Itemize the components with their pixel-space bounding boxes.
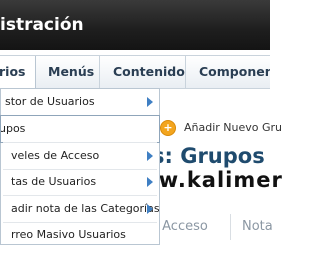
menu-tab-label: Contenido — [113, 64, 185, 79]
menu-tab-componentes[interactable]: Componente — [199, 56, 270, 88]
menu-divider — [185, 56, 186, 88]
column-header-notes[interactable]: Nota — [242, 219, 273, 234]
dropdown-item-label: stor de Usuarios — [5, 95, 95, 108]
plus-circle-icon: + — [160, 120, 176, 136]
add-group-button[interactable]: + Añadir Nuevo Gru — [160, 118, 282, 138]
chevron-right-icon — [147, 204, 153, 214]
chevron-right-icon — [147, 151, 153, 161]
menu-tab-label: rios — [0, 64, 26, 79]
menu-tab-label: Componente — [199, 64, 270, 79]
dropdown-item-access-levels[interactable]: veles de Acceso — [1, 143, 159, 169]
menu-divider — [99, 56, 100, 88]
dropdown-item-label: upos — [1, 122, 26, 135]
menu-tab-contenido[interactable]: Contenido — [113, 56, 185, 88]
chevron-right-icon — [147, 97, 153, 107]
dropdown-item-mass-mail[interactable]: rreo Masivo Usuarios — [1, 222, 159, 248]
header-title: istración — [0, 15, 84, 35]
column-separator — [230, 214, 231, 240]
dropdown-item-label: rreo Masivo Usuarios — [11, 228, 126, 241]
dropdown-item-user-manager[interactable]: stor de Usuarios — [1, 89, 159, 115]
dropdown-item-label: tas de Usuarios — [11, 175, 97, 188]
usuarios-dropdown-menu: stor de Usuarios upos veles de Acceso ta… — [0, 88, 160, 245]
dropdown-item-user-notes[interactable]: tas de Usuarios — [1, 169, 159, 195]
main-menubar: rios Menús Contenido Componente — [0, 55, 270, 89]
dropdown-item-label: adir nota de las Categorías — [11, 202, 159, 215]
menu-tab-usuarios[interactable]: rios — [0, 56, 36, 88]
chevron-right-icon — [147, 177, 153, 187]
page-title: s: Grupos — [152, 144, 265, 168]
admin-header: istración — [0, 0, 270, 50]
menu-tab-menus[interactable]: Menús — [48, 56, 94, 88]
dropdown-item-note-categories[interactable]: adir nota de las Categorías — [1, 196, 159, 222]
dropdown-item-label: veles de Acceso — [11, 149, 100, 162]
add-group-label: Añadir Nuevo Gru — [184, 121, 283, 134]
menu-tab-label: Menús — [48, 64, 95, 79]
dropdown-item-groups[interactable]: upos — [0, 115, 160, 143]
